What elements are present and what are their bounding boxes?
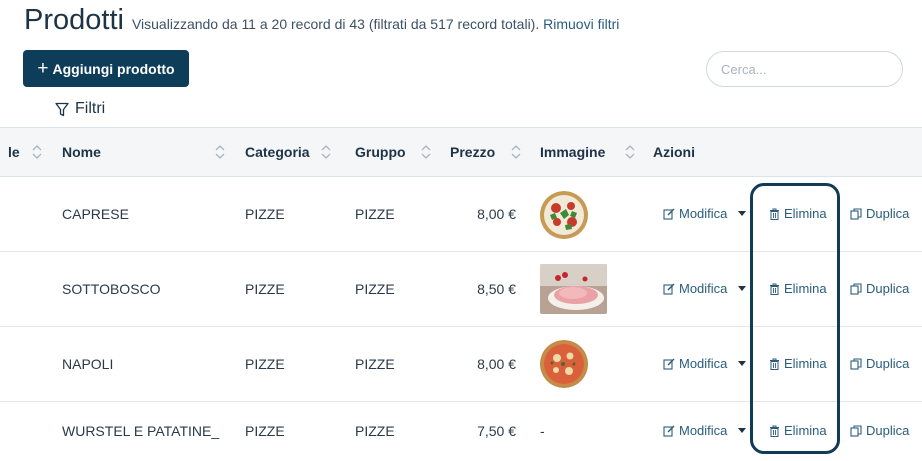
copy-icon [850, 424, 862, 437]
trash-icon [770, 283, 779, 295]
duplicate-label: Duplica [866, 356, 910, 371]
duplicate-button[interactable]: Duplica [850, 206, 909, 221]
clear-filters-link[interactable]: Rimuovi filtri [543, 16, 619, 32]
delete-label: Elimina [784, 356, 827, 371]
edit-icon [663, 358, 675, 370]
delete-label: Elimina [784, 423, 827, 438]
duplicate-label: Duplica [866, 423, 910, 438]
caret-down-icon[interactable] [738, 211, 746, 216]
product-image-caprese [539, 191, 589, 239]
edit-button[interactable]: Modifica [663, 281, 727, 296]
column-header-price[interactable]: Prezzo [450, 128, 495, 176]
edit-icon [663, 283, 675, 295]
product-image-napoli [539, 340, 589, 388]
edit-label: Modifica [679, 281, 728, 296]
trash-icon [770, 425, 779, 437]
edit-label: Modifica [679, 356, 728, 371]
product-group: PIZZE [355, 281, 395, 297]
sort-icon[interactable] [215, 145, 225, 159]
column-header-category[interactable]: Categoria [245, 128, 310, 176]
sort-icon[interactable] [625, 145, 635, 159]
trash-icon [770, 208, 779, 220]
page-header: Prodotti Visualizzando da 11 a 20 record… [24, 4, 619, 37]
product-price: 8,00 € [477, 206, 516, 222]
table-row: CAPRESE PIZZE PIZZE 8,00 € Modifica Elim… [0, 177, 922, 252]
table-row: SOTTOBOSCO PIZZE PIZZE 8,50 € Modifica E… [0, 252, 922, 327]
delete-button[interactable]: Elimina [769, 281, 827, 296]
records-count-text: Visualizzando da 11 a 20 record di 43 (f… [131, 16, 540, 32]
duplicate-label: Duplica [866, 281, 910, 296]
duplicate-button[interactable]: Duplica [850, 281, 909, 296]
edit-label: Modifica [679, 206, 728, 221]
delete-label: Elimina [784, 281, 827, 296]
records-info: Visualizzando da 11 a 20 record di 43 (f… [132, 16, 619, 32]
edit-button[interactable]: Modifica [663, 206, 727, 221]
table-row: WURSTEL E PATATINE_ PIZZE PIZZE 7,50 € -… [0, 402, 922, 461]
filters-toggle[interactable]: Filtri [55, 100, 105, 118]
edit-label: Modifica [679, 423, 728, 438]
product-name: NAPOLI [62, 356, 114, 372]
add-product-label: Aggiungi prodotto [52, 60, 175, 77]
column-header-image[interactable]: Immagine [540, 128, 605, 176]
add-product-button[interactable]: + Aggiungi prodotto [23, 50, 189, 87]
plus-icon: + [37, 58, 49, 79]
product-category: PIZZE [245, 423, 285, 439]
filters-label: Filtri [75, 100, 106, 117]
copy-icon [850, 282, 862, 295]
duplicate-label: Duplica [866, 206, 910, 221]
product-category: PIZZE [245, 356, 285, 372]
column-header-group[interactable]: Gruppo [355, 128, 406, 176]
product-price: 8,50 € [477, 281, 516, 297]
product-group: PIZZE [355, 206, 395, 222]
product-group: PIZZE [355, 423, 395, 439]
product-category: PIZZE [245, 206, 285, 222]
sort-icon[interactable] [421, 145, 431, 159]
product-price: 7,50 € [477, 423, 516, 439]
column-header-actions: Azioni [653, 144, 695, 160]
caret-down-icon[interactable] [738, 286, 746, 291]
edit-icon [663, 425, 675, 437]
search-input[interactable] [706, 51, 903, 87]
caret-down-icon[interactable] [738, 361, 746, 366]
sort-icon[interactable] [321, 145, 331, 159]
table-row: NAPOLI PIZZE PIZZE 8,00 € Modifica Elimi… [0, 327, 922, 402]
duplicate-button[interactable]: Duplica [850, 356, 909, 371]
product-image-empty: - [540, 423, 545, 439]
product-name: SOTTOBOSCO [62, 281, 161, 297]
sort-icon[interactable] [511, 145, 521, 159]
filter-icon [55, 102, 69, 116]
column-header-partial[interactable]: le [8, 128, 20, 176]
product-price: 8,00 € [477, 356, 516, 372]
copy-icon [850, 357, 862, 370]
sort-icon[interactable] [32, 145, 42, 159]
edit-button[interactable]: Modifica [663, 356, 727, 371]
product-name: WURSTEL E PATATINE_ [62, 423, 220, 439]
table-header: le Nome Categoria Gruppo Prezzo Immagine… [0, 127, 922, 177]
delete-label: Elimina [784, 206, 827, 221]
copy-icon [850, 207, 862, 220]
delete-button[interactable]: Elimina [769, 206, 827, 221]
column-header-name[interactable]: Nome [62, 128, 101, 176]
product-name: CAPRESE [62, 206, 129, 222]
product-category: PIZZE [245, 281, 285, 297]
edit-button[interactable]: Modifica [663, 423, 727, 438]
trash-icon [770, 358, 779, 370]
product-image-sottobosco [540, 264, 607, 314]
delete-button[interactable]: Elimina [769, 423, 827, 438]
delete-button[interactable]: Elimina [769, 356, 827, 371]
duplicate-button[interactable]: Duplica [850, 423, 909, 438]
product-group: PIZZE [355, 356, 395, 372]
page-title: Prodotti [24, 4, 124, 36]
edit-icon [663, 208, 675, 220]
caret-down-icon[interactable] [738, 428, 746, 433]
